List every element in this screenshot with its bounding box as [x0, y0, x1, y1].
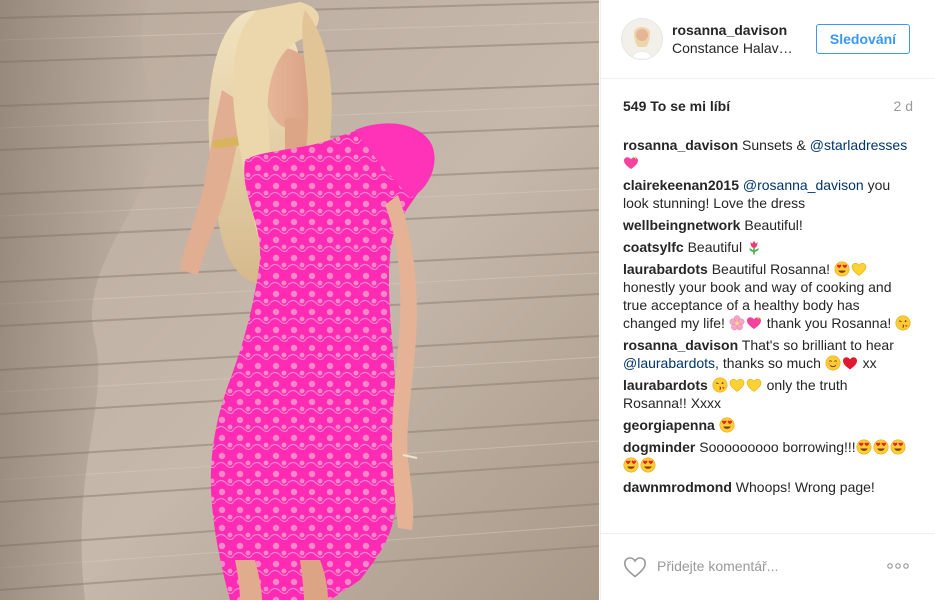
heart-outline-icon[interactable] — [623, 556, 647, 578]
yellow-heart-icon — [729, 377, 745, 393]
comment-item: clairekeenan2015 @rosanna_davison you lo… — [623, 176, 915, 212]
comments-list[interactable]: rosanna_davison Sunsets & @starladresses… — [623, 136, 915, 532]
likes-count[interactable]: 549 To se mi líbí — [623, 98, 730, 114]
comment-username[interactable]: wellbeingnetwork — [623, 217, 740, 233]
likes-row: 549 To se mi líbí 2 d — [623, 98, 913, 116]
post-header: rosanna_davison Constance Halaveli Maldi… — [601, 0, 935, 79]
post-time[interactable]: 2 d — [894, 98, 913, 114]
tulip-icon — [746, 239, 762, 255]
heart-eyes-icon — [873, 439, 889, 455]
comment-username[interactable]: coatsylfc — [623, 239, 684, 255]
sparkling-heart-icon — [623, 155, 639, 171]
comment-username[interactable]: clairekeenan2015 — [623, 177, 739, 193]
heart-eyes-icon — [640, 457, 656, 473]
comment-item: rosanna_davison That's so brilliant to h… — [623, 336, 915, 372]
more-options-icon[interactable] — [885, 558, 911, 574]
comment-text: Beautiful! — [740, 217, 803, 233]
comment-mention-link[interactable]: @starladresses — [810, 137, 907, 153]
yellow-heart-icon — [851, 261, 867, 277]
comment-item: laurabardots only the truth Rosanna!! Xx… — [623, 376, 915, 412]
comment-username[interactable]: laurabardots — [623, 377, 708, 393]
comment-item: wellbeingnetwork Beautiful! — [623, 216, 915, 234]
heart-eyes-icon — [890, 439, 906, 455]
avatar[interactable] — [621, 18, 663, 60]
red-heart-icon — [842, 355, 858, 371]
post-location[interactable]: Constance Halaveli Maldives — [672, 40, 800, 56]
comment-text: Whoops! Wrong page! — [731, 479, 875, 495]
comment-item: georgiapenna — [623, 416, 915, 434]
comment-username[interactable]: dogminder — [623, 439, 695, 455]
comment-text: That's so brilliant to hear — [738, 337, 894, 353]
comment-text: Beautiful Rosanna! — [707, 261, 834, 277]
comment-username[interactable]: rosanna_davison — [623, 137, 738, 153]
post-footer — [601, 533, 935, 601]
comment-input[interactable] — [657, 554, 867, 578]
smiling-face-icon — [825, 355, 841, 371]
comment-text: xx — [858, 355, 877, 371]
kiss-face-icon — [712, 377, 728, 393]
comment-username[interactable]: rosanna_davison — [623, 337, 738, 353]
comment-text: Beautiful — [683, 239, 746, 255]
instagram-post-view: rosanna_davison Constance Halaveli Maldi… — [0, 0, 935, 603]
avatar-image — [622, 19, 662, 59]
comment-username[interactable]: georgiapenna — [623, 417, 715, 433]
comment-item: coatsylfc Beautiful — [623, 238, 915, 256]
comment-text: , thanks so much — [715, 355, 825, 371]
comment-username[interactable]: laurabardots — [623, 261, 708, 277]
comment-item: laurabardots Beautiful Rosanna! honestly… — [623, 260, 915, 332]
heart-eyes-icon — [856, 439, 872, 455]
heart-eyes-icon — [719, 417, 735, 433]
comment-item: rosanna_davison Sunsets & @starladresses — [623, 136, 915, 172]
comment-text: thank you Rosanna! — [762, 315, 896, 331]
comment-text: Sunsets & — [738, 137, 810, 153]
yellow-heart-icon — [746, 377, 762, 393]
sparkling-heart-icon — [746, 315, 762, 331]
comment-username[interactable]: dawnmrodmond — [623, 479, 732, 495]
comment-item: dawnmrodmond Whoops! Wrong page! — [623, 478, 915, 496]
post-photo[interactable] — [0, 0, 599, 600]
heart-eyes-icon — [834, 261, 850, 277]
comment-item: dogminder Sooooooooo borrowing!!! — [623, 438, 915, 474]
post-author-username[interactable]: rosanna_davison — [672, 22, 787, 38]
cherry-blossom-icon — [729, 315, 745, 331]
post-details-panel: rosanna_davison Constance Halaveli Maldi… — [600, 0, 935, 600]
photo-woman-pink-dress — [0, 0, 599, 600]
follow-button[interactable]: Sledování — [816, 24, 910, 54]
comment-mention-link[interactable]: @laurabardots — [623, 355, 715, 371]
heart-eyes-icon — [623, 457, 639, 473]
kiss-face-icon — [895, 315, 911, 331]
comment-text: Sooooooooo borrowing!!! — [695, 439, 856, 455]
comment-mention-link[interactable]: @rosanna_davison — [743, 177, 864, 193]
